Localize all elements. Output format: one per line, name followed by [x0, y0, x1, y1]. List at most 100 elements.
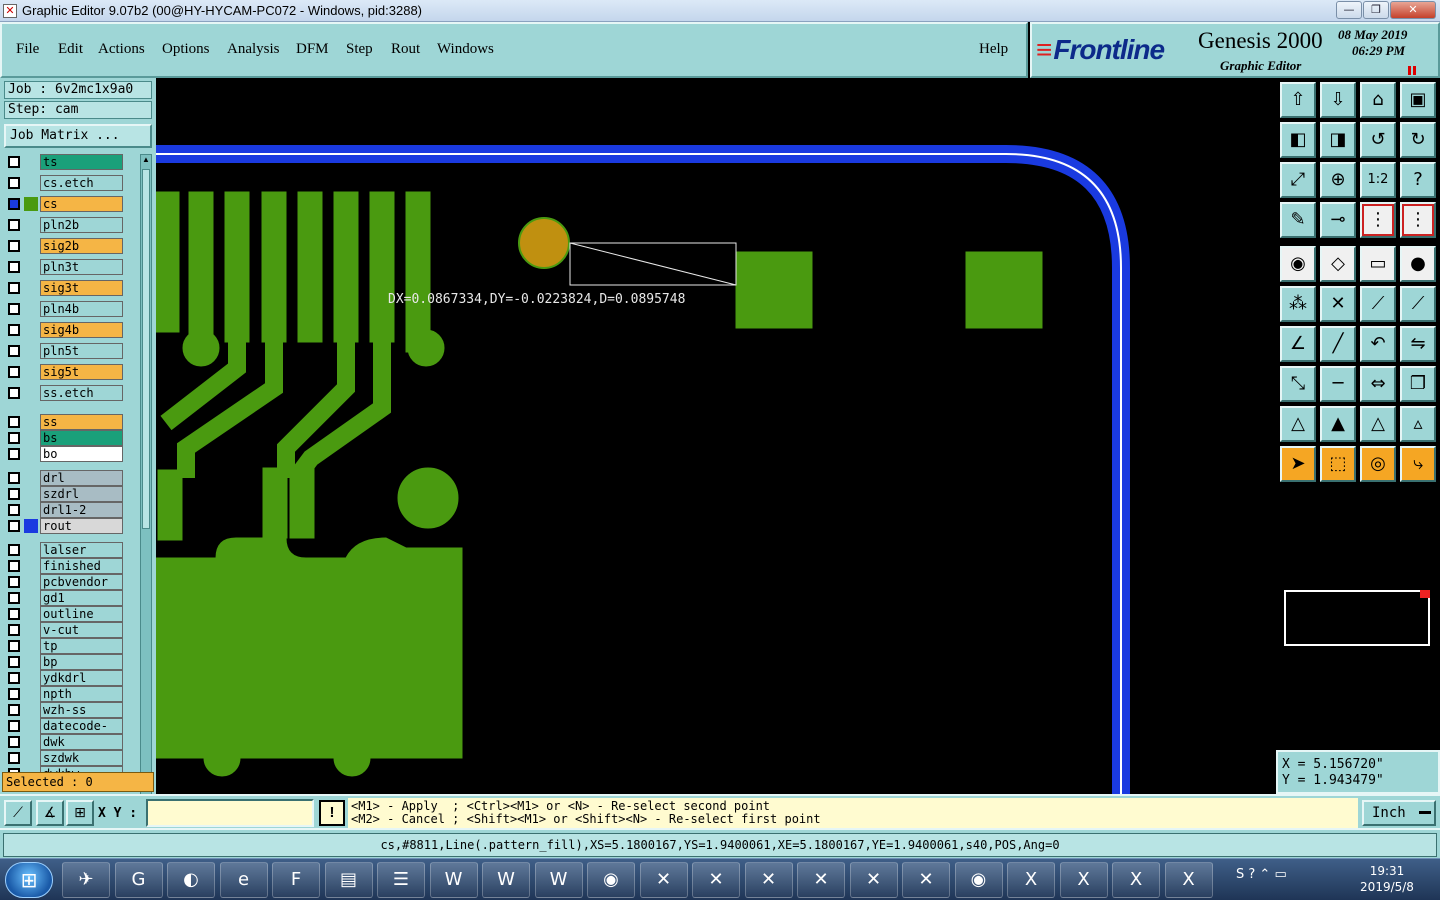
excel-icon[interactable]: X: [1164, 862, 1213, 898]
excel-icon[interactable]: X: [1007, 862, 1055, 898]
triangle-icon[interactable]: △: [1280, 406, 1316, 442]
layer-checkbox[interactable]: [8, 544, 20, 556]
probe-icon[interactable]: ⊸: [1320, 202, 1356, 238]
layer-name[interactable]: bs: [40, 430, 123, 446]
layer-row-gd1[interactable]: gd1: [4, 590, 139, 606]
layer-checkbox[interactable]: [8, 656, 20, 668]
layer-checkbox[interactable]: [8, 324, 20, 336]
layer-checkbox[interactable]: [8, 303, 20, 315]
layer-checkbox[interactable]: [8, 576, 20, 588]
close-button[interactable]: ✕: [1390, 1, 1436, 19]
layer-name[interactable]: ss.etch: [40, 385, 123, 401]
layer-name[interactable]: sig4b: [40, 322, 123, 338]
overview-window[interactable]: [1284, 590, 1430, 646]
layer-name[interactable]: tp: [40, 638, 123, 654]
minimize-button[interactable]: —: [1336, 1, 1362, 19]
layer-row-drl[interactable]: drl: [4, 470, 139, 486]
layer-name[interactable]: szdwk: [40, 750, 123, 766]
layer-row-pln2b[interactable]: pln2b: [4, 217, 139, 233]
taskbar-clock[interactable]: 19:31 2019/5/8: [1352, 863, 1422, 895]
layer-name[interactable]: pcbvendor: [40, 574, 123, 590]
layer-checkbox[interactable]: [8, 177, 20, 189]
menu-rout[interactable]: Rout: [391, 41, 420, 58]
layer-checkbox[interactable]: [8, 261, 20, 273]
layer-name[interactable]: sig2b: [40, 238, 123, 254]
layer-row-pln5t[interactable]: pln5t: [4, 343, 139, 359]
layer-checkbox[interactable]: [8, 198, 20, 210]
cross-icon[interactable]: ✕: [1320, 286, 1356, 322]
layer-name[interactable]: sig5t: [40, 364, 123, 380]
stretch-icon[interactable]: ⇔: [1360, 366, 1396, 402]
layer-checkbox[interactable]: [8, 592, 20, 604]
x-window-icon[interactable]: ✕: [692, 862, 740, 898]
graphic-canvas[interactable]: DX=0.0867334,DY=-0.0223824,D=0.0895748: [155, 78, 1276, 794]
layer-right-icon[interactable]: ◨: [1320, 122, 1356, 158]
layer-checkbox[interactable]: [8, 387, 20, 399]
word-icon[interactable]: W: [534, 862, 583, 898]
menu-dfm[interactable]: DFM: [296, 41, 329, 58]
layer-row-bo[interactable]: bo: [4, 446, 139, 462]
layer-name[interactable]: drl1-2: [40, 502, 123, 518]
x-window-icon[interactable]: ✕: [849, 862, 898, 898]
layer-row-pln4b[interactable]: pln4b: [4, 301, 139, 317]
layer-checkbox[interactable]: [8, 432, 20, 444]
layer-name[interactable]: pln2b: [40, 217, 123, 233]
connect-nodes-icon[interactable]: ⁂: [1280, 286, 1316, 322]
snap-icon[interactable]: ⟋: [4, 800, 32, 826]
layer-row-sig4b[interactable]: sig4b: [4, 322, 139, 338]
triangle-up-icon[interactable]: ▲: [1320, 406, 1356, 442]
triangle-blue-icon[interactable]: ▵: [1400, 406, 1436, 442]
ie-icon[interactable]: e: [219, 862, 268, 898]
layer-name[interactable]: pln4b: [40, 301, 123, 317]
layer-name[interactable]: bp: [40, 654, 123, 670]
ruler-icon[interactable]: ▭: [1360, 246, 1396, 282]
stack-icon[interactable]: ☰: [377, 862, 425, 898]
layer-row-npth[interactable]: npth: [4, 686, 139, 702]
layer-name[interactable]: pln5t: [40, 343, 123, 359]
x-window-icon[interactable]: ✕: [639, 862, 688, 898]
layer-checkbox[interactable]: [8, 608, 20, 620]
layer-name[interactable]: lalser: [40, 542, 123, 558]
unit-selector[interactable]: Inch: [1362, 800, 1436, 826]
job-matrix-button[interactable]: Job Matrix ...: [4, 124, 152, 148]
layer-row-drl1-2[interactable]: drl1-2: [4, 502, 139, 518]
layer-name[interactable]: cs.etch: [40, 175, 123, 191]
segment-icon[interactable]: ⟋: [1360, 286, 1396, 322]
menu-help[interactable]: Help: [979, 41, 1008, 58]
pointer-path-icon[interactable]: ⤷: [1400, 446, 1436, 482]
scroll-thumb[interactable]: [142, 169, 150, 529]
move-icon[interactable]: ⤡: [1280, 366, 1316, 402]
layer-row-v-cut[interactable]: v-cut: [4, 622, 139, 638]
pointer-icon[interactable]: ➤: [1280, 446, 1316, 482]
excel-icon[interactable]: X: [1112, 862, 1160, 898]
layer-name[interactable]: wzh-ss: [40, 702, 123, 718]
layer-name[interactable]: dwk: [40, 734, 123, 750]
layer-checkbox[interactable]: [8, 672, 20, 684]
layer-left-icon[interactable]: ◧: [1280, 122, 1316, 158]
layer-row-ts[interactable]: ts: [4, 154, 139, 170]
excel-icon[interactable]: X: [1059, 862, 1108, 898]
layer-row-szdrl[interactable]: szdrl: [4, 486, 139, 502]
layer-checkbox[interactable]: [8, 488, 20, 500]
line-add-icon[interactable]: ◇: [1320, 246, 1356, 282]
undo-icon[interactable]: ↺: [1360, 122, 1396, 158]
layer-row-outline[interactable]: outline: [4, 606, 139, 622]
menu-analysis[interactable]: Analysis: [227, 41, 280, 58]
x-window-icon[interactable]: ✕: [744, 862, 793, 898]
layer-checkbox[interactable]: [8, 345, 20, 357]
twitter-bird-icon[interactable]: ✈: [62, 862, 110, 898]
segment-alt-icon[interactable]: ⟋: [1400, 286, 1436, 322]
layer-name[interactable]: outline: [40, 606, 123, 622]
copy-icon[interactable]: ❐: [1400, 366, 1436, 402]
circle-fill-icon[interactable]: ●: [1400, 246, 1436, 282]
x-window-icon[interactable]: ✕: [797, 862, 845, 898]
menu-file[interactable]: File: [16, 41, 39, 58]
layer-row-bp[interactable]: bp: [4, 654, 139, 670]
pointer-circle-icon[interactable]: ◎: [1360, 446, 1396, 482]
help-icon[interactable]: ?: [1400, 162, 1436, 198]
menu-step[interactable]: Step: [346, 41, 373, 58]
layer-checkbox[interactable]: [8, 640, 20, 652]
layer-row-datecode-ss[interactable]: datecode-ss: [4, 718, 139, 747]
layer-row-sig5t[interactable]: sig5t: [4, 364, 139, 380]
x-window-icon[interactable]: ✕: [902, 862, 950, 898]
